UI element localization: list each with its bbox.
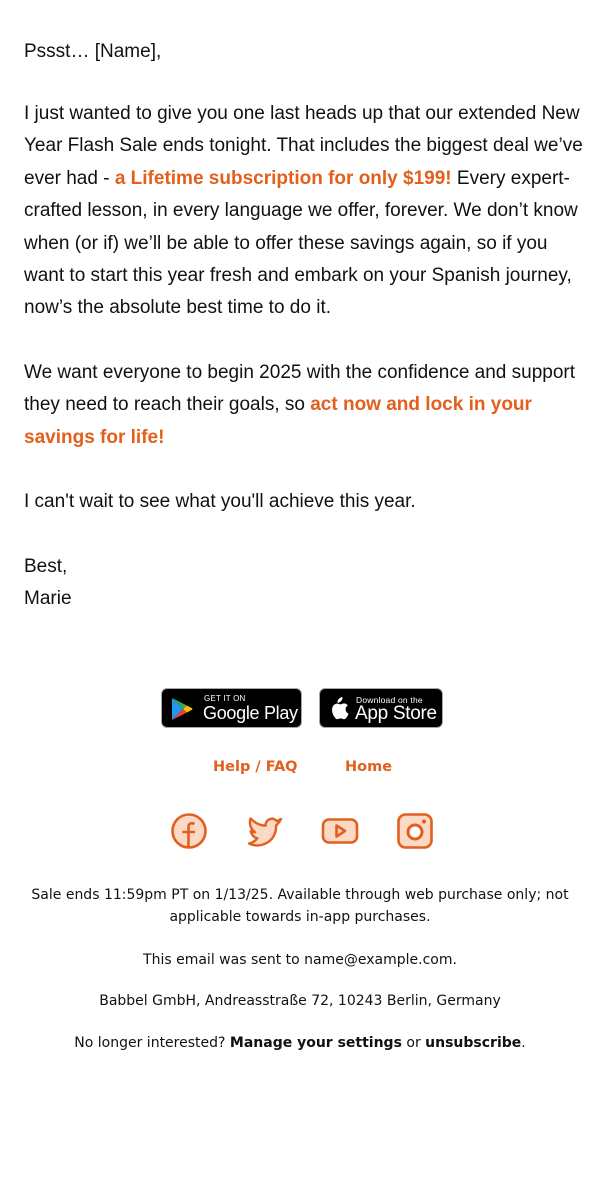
footer-links: Help / FAQ Home <box>0 759 600 781</box>
signature: Marie <box>24 588 72 610</box>
facebook-link[interactable] <box>170 812 208 850</box>
twitter-icon <box>247 817 283 847</box>
apple-icon <box>332 697 349 720</box>
youtube-icon <box>321 818 359 844</box>
company-address: Babbel GmbH, Andreasstraße 72, 10243 Ber… <box>20 990 580 1012</box>
lifetime-offer-highlight: a Lifetime subscription for only $199! <box>114 167 452 189</box>
google-play-big-text: Google Play <box>203 703 298 723</box>
help-faq-link[interactable]: Help / FAQ <box>213 759 298 775</box>
paragraph-sale-intro: I just wanted to give you one last heads… <box>24 98 584 325</box>
sale-notice: Sale ends 11:59pm PT on 1/13/25. Availab… <box>20 884 580 928</box>
google-play-small-text: GET IT ON <box>204 694 246 703</box>
address-text: Babbel GmbH, Andreasstraße 72, 10243 Ber… <box>99 993 501 1009</box>
email-body: Pssst… [Name], <box>24 36 584 68</box>
unsubscribe-link[interactable]: unsubscribe <box>425 1035 521 1051</box>
paragraph-closing: I can't wait to see what you'll achieve … <box>24 486 584 518</box>
sent-to-text: This email was sent to name@example.com. <box>143 952 457 968</box>
signoff-block: Best, Marie <box>24 551 584 616</box>
unsubscribe-line: No longer interested? Manage your settin… <box>20 1032 580 1054</box>
paragraph1-text-cont: Every expert-crafted lesson, in every la… <box>24 167 578 319</box>
instagram-link[interactable] <box>396 812 434 850</box>
youtube-link[interactable] <box>321 812 359 850</box>
manage-settings-link[interactable]: Manage your settings <box>230 1035 402 1051</box>
google-play-icon <box>172 698 193 720</box>
greeting: Pssst… [Name], <box>24 41 162 62</box>
period: . <box>521 1035 526 1051</box>
facebook-icon <box>171 813 207 849</box>
closing-text: I can't wait to see what you'll achieve … <box>24 491 416 512</box>
google-play-badge[interactable]: GET IT ON Google Play <box>161 688 302 728</box>
unsubscribe-prefix: No longer interested? <box>74 1035 230 1051</box>
app-store-badge[interactable]: Download on the App Store <box>319 688 443 728</box>
sale-notice-text: Sale ends 11:59pm PT on 1/13/25. Availab… <box>31 887 569 925</box>
home-link[interactable]: Home <box>345 759 392 775</box>
sent-to: This email was sent to name@example.com. <box>20 949 580 971</box>
paragraph-goals: We want everyone to begin 2025 with the … <box>24 357 584 454</box>
twitter-link[interactable] <box>246 812 284 850</box>
signoff: Best, <box>24 556 68 577</box>
app-store-big-text: App Store <box>355 703 437 724</box>
instagram-icon <box>397 813 433 849</box>
or-text: or <box>401 1035 426 1051</box>
